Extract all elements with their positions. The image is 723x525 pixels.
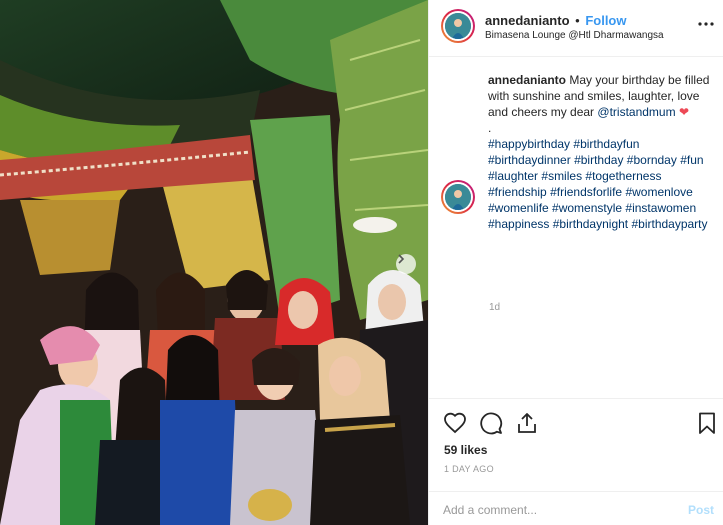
hashtag-link[interactable]: #smiles — [541, 169, 582, 183]
caption-username[interactable]: annedanianto — [488, 73, 566, 87]
hashtag-link[interactable]: #happiness — [488, 217, 549, 231]
mention-link[interactable]: @tristandmum — [597, 105, 675, 119]
hashtag-link[interactable]: #womenstyle — [552, 201, 622, 215]
hashtag-link[interactable]: #friendsforlife — [550, 185, 622, 199]
comment-icon[interactable] — [479, 411, 503, 435]
instagram-post: annedanianto • Follow Bimasena Lounge @H… — [0, 0, 723, 525]
caption-text: annedanianto May your birthday be filled… — [488, 72, 716, 232]
add-comment-bar: Post — [429, 491, 723, 525]
hashtag-link[interactable]: #birthdaynight — [553, 217, 628, 231]
heart-emoji: ❤ — [678, 105, 689, 119]
caption-time-ago: 1d — [489, 302, 501, 313]
share-icon[interactable] — [515, 411, 539, 435]
follow-button[interactable]: Follow — [585, 13, 626, 28]
post-date: 1 DAY AGO — [444, 464, 494, 474]
hashtag-link[interactable]: #womenlove — [625, 185, 692, 199]
header-separator: • — [575, 13, 580, 28]
caption-dot-line: . — [488, 121, 492, 135]
post-side-panel: annedanianto • Follow Bimasena Lounge @H… — [428, 0, 723, 525]
header-username[interactable]: annedanianto — [485, 13, 570, 28]
heart-outline-icon[interactable] — [443, 411, 467, 435]
chevron-right-icon — [398, 254, 405, 264]
hashtag-list: #happybirthday #birthdayfun #birthdaydin… — [488, 136, 716, 232]
caption-area: annedanianto May your birthday be filled… — [441, 72, 716, 232]
post-comment-button[interactable]: Post — [688, 503, 714, 517]
hashtag-link[interactable]: #birthdaydinner — [488, 153, 571, 167]
avatar[interactable] — [441, 9, 475, 43]
hashtag-link[interactable]: #togetherness — [585, 169, 661, 183]
hashtag-link[interactable]: #womenlife — [488, 201, 549, 215]
caption-avatar[interactable] — [441, 180, 475, 214]
avatar-image — [445, 13, 471, 39]
hashtag-link[interactable]: #laughter — [488, 169, 538, 183]
location-link[interactable]: Bimasena Lounge @Htl Dharmawangsa — [485, 30, 664, 41]
header-user: annedanianto • Follow — [485, 13, 627, 28]
caption: annedanianto May your birthday be filled… — [441, 72, 716, 232]
avatar-image — [445, 184, 471, 210]
more-options-icon[interactable] — [696, 16, 716, 32]
likes-count[interactable]: 59 likes — [444, 443, 487, 457]
post-photo[interactable] — [0, 0, 428, 525]
hashtag-link[interactable]: #instawomen — [625, 201, 696, 215]
hashtag-link[interactable]: #fun — [680, 153, 703, 167]
hashtag-link[interactable]: #friendship — [488, 185, 547, 199]
hashtag-link[interactable]: #birthdayfun — [573, 137, 639, 151]
hashtag-link[interactable]: #bornday — [627, 153, 677, 167]
post-photo-illustration — [0, 0, 428, 525]
hashtag-link[interactable]: #birthdayparty — [631, 217, 707, 231]
hashtag-link[interactable]: #birthday — [574, 153, 623, 167]
hashtag-link[interactable]: #happybirthday — [488, 137, 570, 151]
post-header: annedanianto • Follow Bimasena Lounge @H… — [429, 0, 723, 57]
comment-input[interactable] — [443, 501, 663, 519]
bookmark-icon[interactable] — [695, 411, 719, 435]
carousel-next-button[interactable] — [396, 254, 416, 274]
